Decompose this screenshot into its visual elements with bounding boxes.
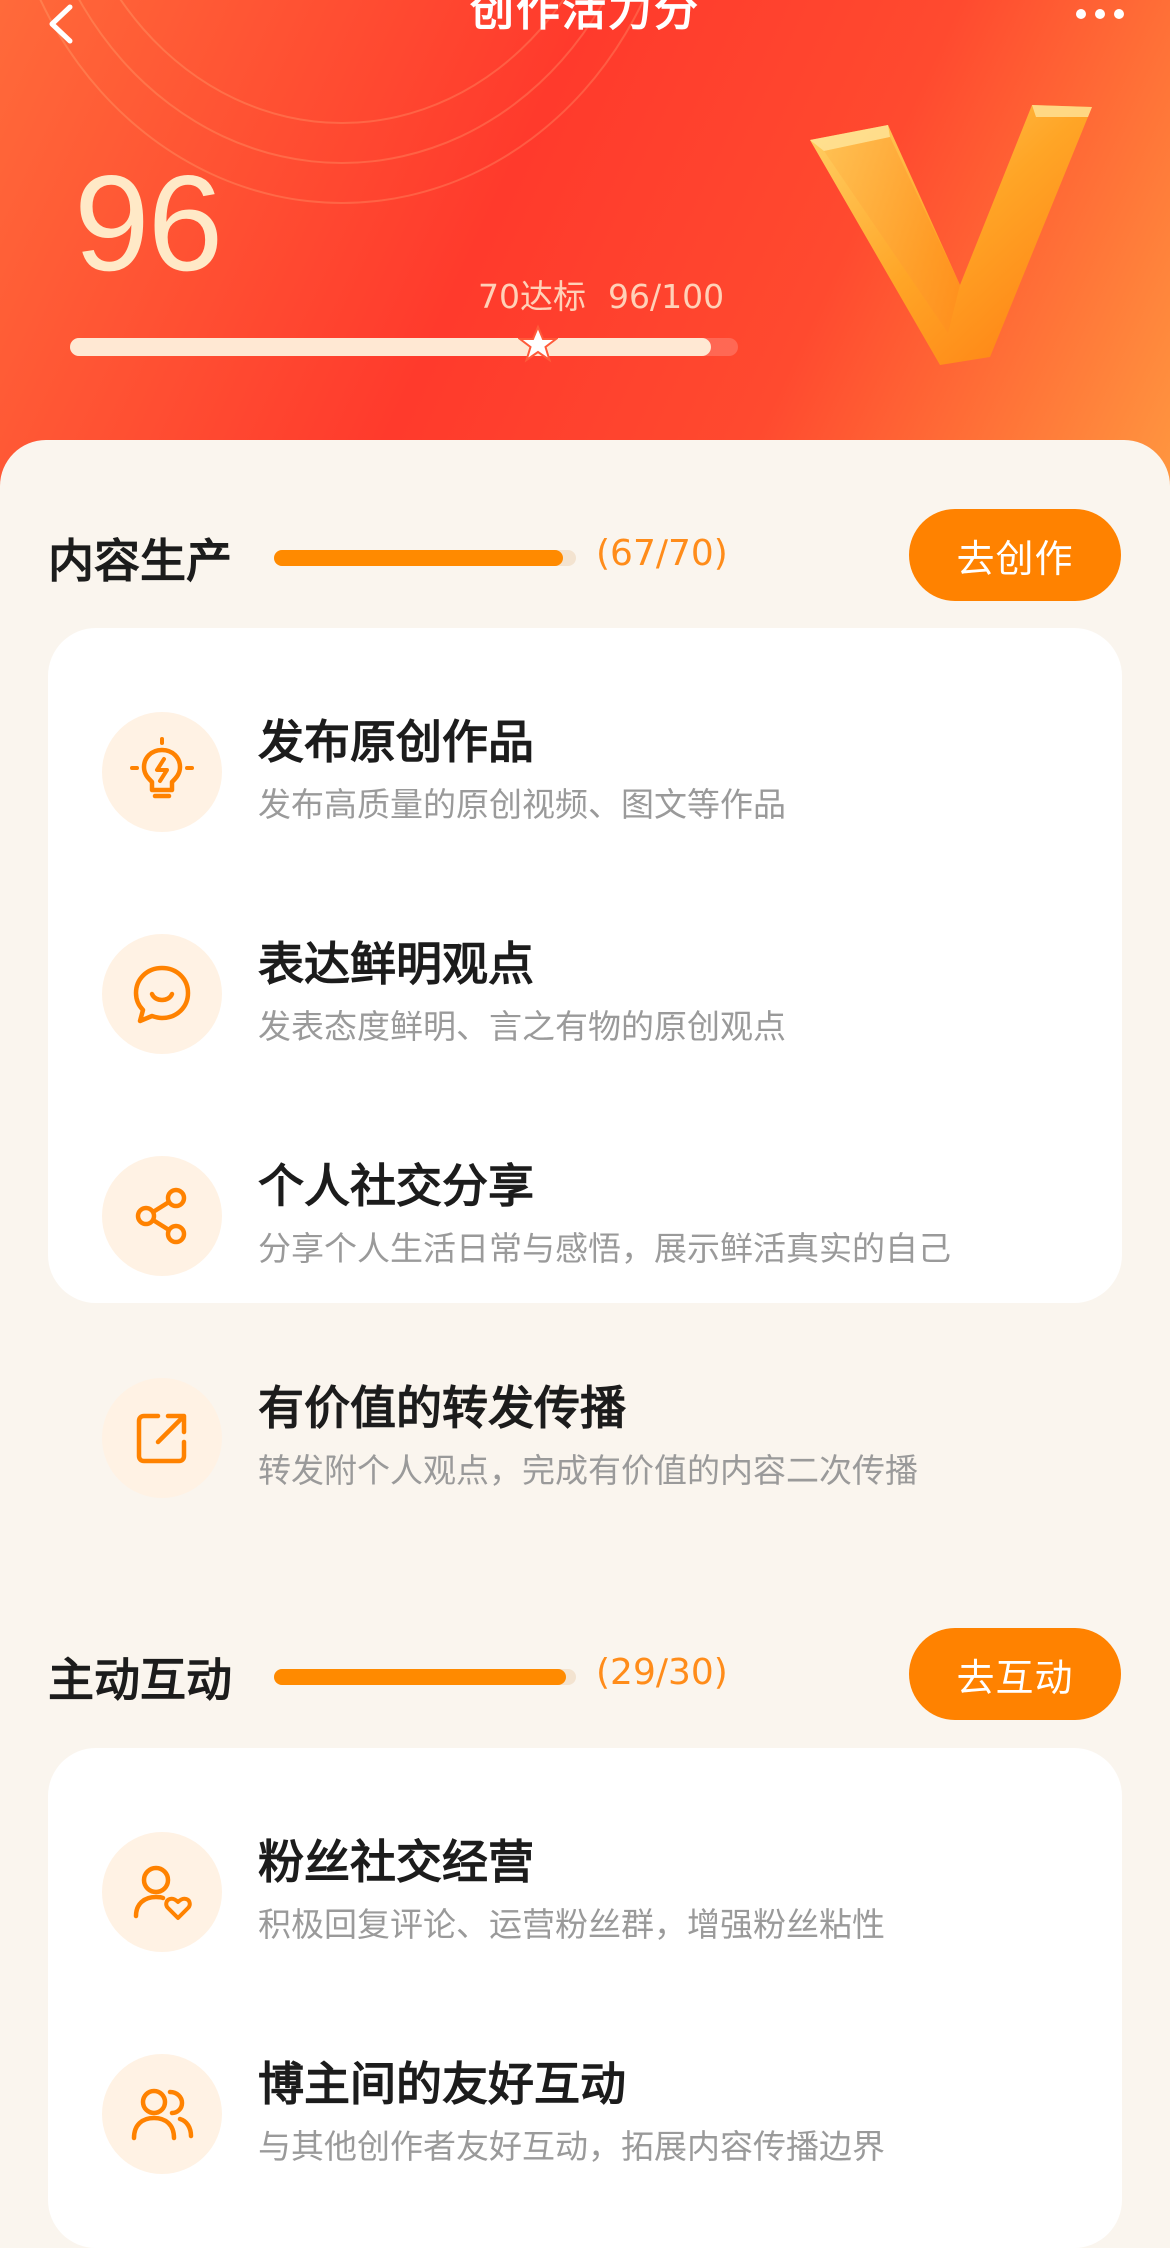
- v-badge-icon: [810, 105, 1092, 365]
- score-fraction: 96/100: [608, 277, 725, 316]
- target-label: 70达标: [478, 277, 586, 316]
- more-button[interactable]: [1060, 0, 1140, 34]
- section-progress-fill: [274, 550, 563, 566]
- more-dot-icon: [1076, 9, 1086, 19]
- list-item[interactable]: 表达鲜明观点 发表态度鲜明、言之有物的原创观点: [48, 918, 1122, 1078]
- section-title: 主动互动: [48, 1653, 232, 1707]
- item-description: 转发附个人观点，完成有价值的内容二次传播: [258, 1451, 918, 1490]
- list-item[interactable]: 博主间的友好互动 与其他创作者友好互动，拓展内容传播边界: [48, 2038, 1122, 2198]
- list-item[interactable]: 粉丝社交经营 积极回复评论、运营粉丝群，增强粉丝粘性: [48, 1816, 1122, 1976]
- item-title: 表达鲜明观点: [258, 937, 534, 991]
- section-content-production: 内容生产 (67/70) 去创作: [0, 505, 1170, 605]
- section-active-interaction: 主动互动 (29/30) 去互动: [0, 1624, 1170, 1724]
- forward-icon: [102, 1378, 222, 1498]
- score-target-info: 70达标 96/100: [478, 270, 724, 318]
- section-count: (29/30): [596, 1652, 728, 1693]
- task-card: 粉丝社交经营 积极回复评论、运营粉丝群，增强粉丝粘性 博主间的友好互动 与其他创…: [48, 1748, 1122, 2248]
- smile-chat-icon: [102, 934, 222, 1054]
- item-description: 发表态度鲜明、言之有物的原创观点: [258, 1007, 786, 1046]
- section-progress-bar: [274, 550, 576, 566]
- section-count: (67/70): [596, 533, 728, 574]
- section-progress-fill: [274, 1669, 567, 1685]
- item-description: 分享个人生活日常与感悟，展示鲜活真实的自己: [258, 1229, 951, 1268]
- item-description: 积极回复评论、运营粉丝群，增强粉丝粘性: [258, 1905, 885, 1944]
- more-dot-icon: [1114, 9, 1124, 19]
- users-icon: [102, 2054, 222, 2174]
- list-item[interactable]: 个人社交分享 分享个人生活日常与感悟，展示鲜活真实的自己: [48, 1140, 1122, 1300]
- score-progress-fill: [70, 338, 712, 356]
- share-icon: [102, 1156, 222, 1276]
- score-progress-bar: [70, 324, 738, 363]
- section-progress-bar: [274, 1669, 576, 1685]
- score-value: 96: [74, 147, 223, 299]
- list-item[interactable]: 发布原创作品 发布高质量的原创视频、图文等作品: [48, 696, 1122, 856]
- star-icon: [517, 324, 558, 363]
- item-title: 个人社交分享: [258, 1159, 534, 1213]
- content-panel: 内容生产 (67/70) 去创作 发布原创作品 发布高质量的原创视频、图文等作品: [0, 440, 1170, 2248]
- item-description: 与其他创作者友好互动，拓展内容传播边界: [258, 2127, 885, 2166]
- user-heart-icon: [102, 1832, 222, 1952]
- list-item[interactable]: 有价值的转发传播 转发附个人观点，完成有价值的内容二次传播: [48, 1362, 1122, 1522]
- item-title: 粉丝社交经营: [258, 1835, 534, 1889]
- more-dot-icon: [1095, 9, 1105, 19]
- item-title: 发布原创作品: [258, 715, 534, 769]
- section-title: 内容生产: [48, 534, 232, 588]
- lightbulb-icon: [102, 712, 222, 832]
- task-card: 发布原创作品 发布高质量的原创视频、图文等作品 表达鲜明观点 发表态度鲜明、言之…: [48, 628, 1122, 1498]
- go-create-button[interactable]: 去创作: [909, 509, 1121, 601]
- item-description: 发布高质量的原创视频、图文等作品: [258, 785, 786, 824]
- item-title: 博主间的友好互动: [258, 2057, 626, 2111]
- page-title: 创作活力分: [470, 0, 700, 36]
- go-interact-button[interactable]: 去互动: [909, 1628, 1121, 1720]
- item-title: 有价值的转发传播: [258, 1381, 626, 1435]
